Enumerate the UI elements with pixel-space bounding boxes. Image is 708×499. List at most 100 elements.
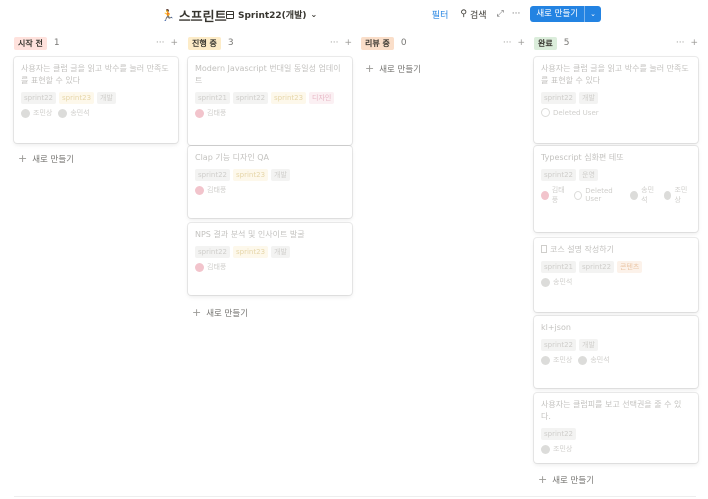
card-people: 김태풍 — [195, 262, 345, 272]
card-people: 김태풍 Deleted User 송민석 조민상 — [541, 185, 691, 205]
more-icon[interactable]: ··· — [156, 38, 165, 48]
person-name: 조민상 — [674, 186, 688, 204]
new-card-button[interactable]: + 새로 만들기 — [192, 306, 248, 319]
view-selector[interactable]: Sprint22(개발) ⌄ — [226, 8, 317, 21]
top-bar: 🏃 스프린트 Sprint22(개발) ⌄ 필터 ⚲ 검색 ⤢ ··· 새로 만… — [0, 0, 708, 28]
tag: 개발 — [271, 246, 290, 258]
card-tags: sprint22 sprint23 개발 — [195, 169, 345, 181]
card-title: 코스 설명 작성하기 — [541, 244, 691, 256]
board-card[interactable]: 사용자는 클럽 글을 읽고 박수를 눌러 만족도를 표현할 수 있다 sprint… — [534, 57, 698, 143]
board-card[interactable]: Clap 기능 디자인 QA sprint22 sprint23 개발 김태풍 — [188, 146, 352, 218]
card-title-text: 사용자는 클럽 글을 읽고 박수를 눌러 만족도를 표현할 수 있다 — [21, 64, 169, 85]
tag: sprint22 — [579, 261, 615, 273]
board-card[interactable]: 코스 설명 작성하기 sprint21 sprint22 콘텐츠송민석 — [534, 238, 698, 312]
status-badge[interactable]: 진행 중 — [188, 36, 221, 50]
chevron-down-icon[interactable]: ⌄ — [585, 10, 601, 18]
new-button[interactable]: 새로 만들기 ⌄ — [530, 6, 601, 22]
avatar — [541, 277, 550, 287]
more-icon[interactable]: ··· — [512, 9, 521, 19]
person-name: 김태풍 — [207, 263, 227, 271]
chevron-down-icon: ⌄ — [310, 10, 318, 19]
card-title-text: 코스 설명 작성하기 — [550, 245, 614, 254]
card-title: kl+json — [541, 322, 691, 334]
tag: sprint23 — [59, 92, 95, 104]
column-header: 완료 5 ··· + — [534, 36, 698, 50]
tag: sprint23 — [233, 246, 269, 258]
new-card-label: 새로 만들기 — [32, 154, 75, 165]
plus-icon[interactable]: + — [690, 38, 698, 48]
card-title-text: NPS 결과 분석 및 인사이트 발굴 — [195, 230, 305, 239]
tag: 개발 — [579, 339, 598, 351]
column-count: 1 — [53, 38, 60, 48]
plus-icon[interactable]: + — [344, 38, 352, 48]
board-card[interactable]: 사용자는 클럽 글을 읽고 박수를 눌러 만족도를 표현할 수 있다 sprint… — [14, 57, 178, 143]
person-name: 송민석 — [553, 278, 573, 286]
tag: 개발 — [579, 92, 598, 104]
plus-icon: + — [538, 473, 548, 486]
card-tags: sprint22 운영 — [541, 169, 691, 181]
card-title: 사용자는 클럽 글을 읽고 박수를 눌러 만족도를 표현할 수 있다 — [541, 63, 691, 87]
tag: sprint22 — [233, 92, 269, 104]
tag: sprint21 — [541, 261, 577, 273]
tag: 개발 — [97, 92, 116, 104]
plus-icon: + — [192, 306, 202, 319]
card-people: 조민상 — [541, 444, 691, 454]
card-tags: sprint22 sprint23 개발 — [21, 92, 171, 104]
table-icon — [226, 10, 234, 19]
person: 김태풍 — [195, 108, 226, 118]
plus-icon: + — [18, 152, 28, 165]
person: 송민석 — [541, 277, 572, 287]
new-card-label: 새로 만들기 — [206, 308, 249, 319]
tag: sprint22 — [195, 169, 231, 181]
avatar — [195, 108, 204, 118]
board-column: 시작 전 1 ··· + 사용자는 클럽 글을 읽고 박수를 눌러 만족도를 표… — [14, 36, 178, 165]
person: 송민석 — [630, 185, 657, 205]
search-button[interactable]: ⚲ 검색 — [460, 8, 486, 21]
column-header: 진행 중 3 ··· + — [188, 36, 352, 50]
avatar — [578, 355, 588, 365]
person-name: 송민석 — [641, 186, 655, 204]
tag: 개발 — [271, 169, 290, 181]
filter-button[interactable]: 필터 — [432, 8, 449, 21]
card-tags: sprint22 개발 — [541, 339, 691, 351]
plus-icon: + — [365, 62, 375, 75]
board-card[interactable]: kl+json sprint22 개발 조민상 송민석 — [534, 316, 698, 388]
column-count: 0 — [400, 38, 407, 48]
card-tags: sprint22 — [541, 428, 691, 440]
person: 조민상 — [663, 185, 691, 205]
person-name: 김태풍 — [207, 186, 227, 194]
tag: 디자인 — [309, 92, 335, 104]
avatar — [630, 190, 639, 200]
status-badge[interactable]: 리뷰 중 — [361, 36, 394, 50]
avatar — [21, 108, 30, 118]
new-card-button[interactable]: + 새로 만들기 — [538, 473, 594, 486]
card-tags: sprint21 sprint22 콘텐츠 — [541, 261, 691, 273]
avatar — [58, 108, 68, 118]
person: Deleted User — [574, 187, 624, 203]
board-card[interactable]: 사용자는 클럽피를 보고 선택권을 줄 수 있다. sprint22 조민상 — [534, 393, 698, 463]
person-name: 송민석 — [590, 356, 610, 364]
card-title-text: 사용자는 클럽 글을 읽고 박수를 눌러 만족도를 표현할 수 있다 — [541, 64, 689, 85]
expand-icon[interactable]: ⤢ — [497, 9, 504, 19]
board-column: 완료 5 ··· + 사용자는 클럽 글을 읽고 박수를 눌러 만족도를 표현할… — [534, 36, 698, 486]
new-card-button[interactable]: + 새로 만들기 — [365, 62, 421, 75]
view-label: Sprint22(개발) — [238, 11, 307, 21]
more-icon[interactable]: ··· — [330, 38, 339, 48]
status-badge[interactable]: 완료 — [534, 36, 557, 50]
more-icon[interactable]: ··· — [676, 38, 685, 48]
card-title-text: kl+json — [541, 323, 571, 332]
board-card[interactable]: Typescript 심화편 테또 sprint22 운영 김태풍 Deleted Us… — [534, 146, 698, 232]
person-name: 김태풍 — [207, 109, 227, 117]
board-card[interactable]: NPS 결과 분석 및 인사이트 발굴 sprint22 sprint23 개발 김태풍 — [188, 223, 352, 295]
card-title-text: Modern Javascript 번대일 동일성 업데이트 — [195, 64, 341, 85]
new-card-button[interactable]: + 새로 만들기 — [18, 152, 74, 165]
new-button-label[interactable]: 새로 만들기 — [530, 6, 586, 22]
more-icon[interactable]: ··· — [503, 38, 512, 48]
status-badge[interactable]: 시작 전 — [14, 36, 47, 50]
plus-icon[interactable]: + — [517, 38, 525, 48]
plus-icon[interactable]: + — [170, 38, 178, 48]
card-title-text: 사용자는 클럽피를 보고 선택권을 줄 수 있다. — [541, 400, 682, 421]
board-card[interactable]: Modern Javascript 번대일 동일성 업데이트 sprint21 sp… — [188, 57, 352, 145]
avatar — [574, 190, 583, 200]
card-people: 송민석 — [541, 277, 691, 287]
